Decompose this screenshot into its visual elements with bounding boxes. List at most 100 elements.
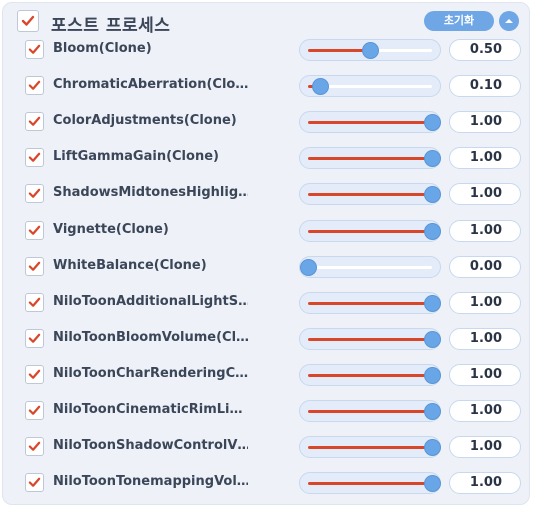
slider-track [308,151,440,167]
weight-slider[interactable] [299,255,441,278]
effect-row: ShadowsMidtonesHighlig… 1.00 [3,180,529,208]
weight-value-field[interactable]: 1.00 [449,111,521,134]
weight-value-field[interactable]: 1.00 [449,363,521,386]
weight-slider[interactable] [299,111,441,134]
effect-row: NiloToonCinematicRimLi… 1.00 [3,397,529,425]
effect-enable-checkbox[interactable] [25,292,44,312]
slider-thumb[interactable] [425,151,440,167]
effect-row: ColorAdjustments(Clone) 1.00 [3,108,529,136]
slider-fill [308,410,432,413]
checkmark-icon [28,152,41,163]
effect-enable-checkbox[interactable] [25,328,44,348]
effect-label: NiloToonCharRenderingC… [53,365,248,381]
effect-label: ChromaticAberration(Clo… [53,77,248,93]
weight-slider[interactable] [299,472,441,495]
slider-track [308,187,440,203]
slider-thumb[interactable] [425,404,440,419]
weight-value-field[interactable]: 1.00 [449,400,521,422]
effect-label: ShadowsMidtonesHighlig… [53,185,248,201]
slider-fill [308,301,432,305]
weight-slider[interactable] [299,363,441,386]
weight-slider[interactable] [299,291,441,314]
slider-thumb[interactable] [425,367,440,383]
weight-slider[interactable] [299,327,441,350]
weight-slider[interactable] [299,436,441,459]
weight-value-field[interactable]: 1.00 [449,219,521,242]
checkmark-icon [28,80,41,90]
slider-fill [308,373,432,377]
weight-slider[interactable] [299,400,441,422]
weight-value-field[interactable]: 1.00 [449,327,521,350]
effect-label: NiloToonBloomVolume(Cl… [53,329,248,345]
weight-slider[interactable] [299,39,441,61]
effect-enable-checkbox[interactable] [25,401,44,420]
slider-thumb[interactable] [425,331,440,347]
post-process-enable-checkbox[interactable] [17,10,39,32]
effect-row: Bloom(Clone) 0.50 [3,36,529,64]
weight-value-field[interactable]: 1.00 [449,472,521,495]
effect-label: WhiteBalance(Clone) [53,257,207,273]
slider-track [308,367,440,383]
effect-label: NiloToonTonemappingVol… [53,474,248,490]
weight-slider[interactable] [299,75,441,98]
slider-track [308,476,440,492]
effect-row: NiloToonBloomVolume(Cl… 1.00 [3,325,529,353]
effect-enable-checkbox[interactable] [25,364,44,384]
slider-track [308,331,440,347]
slider-track [308,440,440,456]
panel-header: 포스트 프로세스 초기화 [3,3,529,39]
slider-track [301,259,432,275]
slider-fill [308,482,432,486]
weight-slider[interactable] [299,147,441,170]
chevron-up-icon [505,19,513,23]
effect-enable-checkbox[interactable] [25,220,44,240]
slider-thumb[interactable] [313,79,329,95]
slider-thumb[interactable] [425,295,440,311]
slider-thumb[interactable] [425,440,440,456]
checkmark-icon [28,116,41,127]
effect-enable-checkbox[interactable] [25,473,44,493]
slider-fill [308,157,432,161]
slider-thumb[interactable] [301,259,316,275]
slider-fill [308,446,432,450]
checkmark-icon [28,477,41,488]
effect-enable-checkbox[interactable] [25,256,44,276]
effect-enable-checkbox[interactable] [25,437,44,457]
panel-title: 포스트 프로세스 [51,16,171,36]
slider-thumb[interactable] [425,115,440,131]
weight-slider[interactable] [299,183,441,206]
effect-enable-checkbox[interactable] [25,112,44,132]
slider-track [308,79,432,95]
effect-row: NiloToonAdditionalLightS… 1.00 [3,289,529,317]
checkmark-icon [28,297,41,307]
weight-value-field[interactable]: 0.00 [449,255,521,278]
slider-fill [308,193,432,197]
slider-track [308,404,440,419]
effect-enable-checkbox[interactable] [25,148,44,168]
effect-label: LiftGammaGain(Clone) [53,149,219,165]
slider-thumb[interactable] [363,43,378,58]
checkmark-icon [28,405,41,415]
weight-slider[interactable] [299,219,441,242]
weight-value-field[interactable]: 1.00 [449,291,521,314]
effect-row: ChromaticAberration(Clo… 0.10 [3,72,529,100]
effect-row: NiloToonShadowControlV… 1.00 [3,433,529,461]
weight-value-field[interactable]: 0.10 [449,75,521,98]
slider-track [308,115,440,131]
slider-thumb[interactable] [425,476,440,492]
collapse-button[interactable] [499,11,519,31]
weight-value-field[interactable]: 1.00 [449,436,521,459]
reset-button[interactable]: 초기화 [424,11,494,31]
effect-enable-checkbox[interactable] [25,184,44,204]
slider-thumb[interactable] [425,223,440,239]
checkmark-icon [28,261,41,271]
weight-value-field[interactable]: 0.50 [449,39,521,61]
weight-value-field[interactable]: 1.00 [449,147,521,170]
checkmark-icon [21,15,35,26]
weight-value-field[interactable]: 1.00 [449,183,521,206]
effect-enable-checkbox[interactable] [25,76,44,96]
effect-label: NiloToonShadowControlV… [53,438,248,454]
slider-fill [308,229,432,233]
effect-enable-checkbox[interactable] [25,40,44,59]
slider-thumb[interactable] [425,187,440,203]
